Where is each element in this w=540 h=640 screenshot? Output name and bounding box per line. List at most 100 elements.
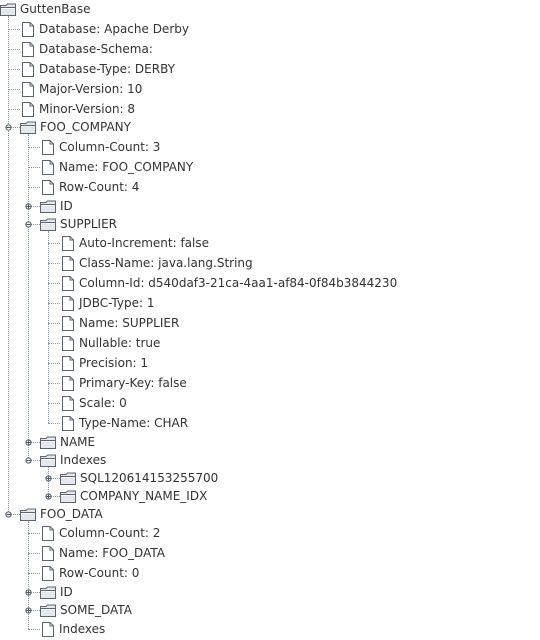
tree-node-label: Row-Count: 0 xyxy=(59,566,140,580)
collapsed-handle-icon[interactable] xyxy=(45,475,52,482)
tree-node[interactable]: Name: FOO_COMPANY xyxy=(42,158,193,176)
folder-icon xyxy=(0,3,16,16)
tree-node[interactable]: SQL120614153255700 xyxy=(60,469,218,487)
tree-node-label: SUPPLIER xyxy=(60,217,118,231)
tree-node[interactable]: Row-Count: 4 xyxy=(42,178,139,196)
tree-guide-line xyxy=(8,16,9,514)
tree-node[interactable]: Database-Schema: xyxy=(22,40,153,58)
tree-node[interactable]: Indexes xyxy=(42,620,105,638)
document-icon xyxy=(42,545,54,561)
tree-node[interactable]: Indexes xyxy=(40,451,106,469)
expanded-handle-icon[interactable] xyxy=(25,457,32,464)
tree-node-label: Database-Type: DERBY xyxy=(39,62,175,76)
expanded-handle-icon[interactable] xyxy=(25,221,32,228)
expanded-handle-icon[interactable] xyxy=(5,511,12,518)
tree-node[interactable]: Name: FOO_DATA xyxy=(42,544,165,562)
tree-connector-line xyxy=(48,303,60,304)
tree-node[interactable]: Database: Apache Derby xyxy=(22,20,189,38)
tree-node[interactable]: GuttenBase xyxy=(0,0,91,18)
document-icon xyxy=(62,255,74,271)
tree-connector-line xyxy=(48,283,60,284)
tree-connector-line xyxy=(28,553,40,554)
tree-node[interactable]: ID xyxy=(40,583,73,601)
tree-node[interactable]: FOO_DATA xyxy=(20,505,103,523)
schema-tree[interactable]: GuttenBase Database: Apache Derby Database… xyxy=(0,0,540,640)
tree-node-label: SQL120614153255700 xyxy=(80,471,219,485)
expanded-handle-icon[interactable] xyxy=(5,124,12,131)
tree-node[interactable]: JDBC-Type: 1 xyxy=(62,294,154,312)
folder-icon xyxy=(20,508,36,521)
tree-node-label: Precision: 1 xyxy=(79,356,149,370)
tree-connector-line xyxy=(28,533,40,534)
tree-connector-line xyxy=(8,69,20,70)
document-icon xyxy=(22,21,34,37)
tree-connector-line xyxy=(8,89,20,90)
tree-node[interactable]: Scale: 0 xyxy=(62,394,127,412)
folder-icon xyxy=(40,200,56,213)
tree-node-label: Indexes xyxy=(60,453,107,467)
tree-node[interactable]: Precision: 1 xyxy=(62,354,148,372)
document-icon xyxy=(42,139,54,155)
tree-node[interactable]: Primary-Key: false xyxy=(62,374,187,392)
tree-node-label: Database-Schema: xyxy=(39,42,153,56)
tree-node-label: ID xyxy=(60,199,73,213)
tree-node-label: Name: FOO_COMPANY xyxy=(59,160,194,174)
folder-icon xyxy=(40,454,56,467)
document-icon xyxy=(62,375,74,391)
tree-node[interactable]: Type-Name: CHAR xyxy=(62,414,188,432)
tree-node[interactable]: NAME xyxy=(40,433,95,451)
tree-node[interactable]: ID xyxy=(40,197,73,215)
document-icon xyxy=(62,355,74,371)
collapsed-handle-icon[interactable] xyxy=(45,493,52,500)
tree-connector-line xyxy=(48,263,60,264)
document-icon xyxy=(22,81,34,97)
tree-node-label: NAME xyxy=(60,435,96,449)
tree-node[interactable]: FOO_COMPANY xyxy=(20,118,131,136)
tree-node[interactable]: Name: SUPPLIER xyxy=(62,314,179,332)
tree-node-label: Database: Apache Derby xyxy=(39,22,189,36)
document-icon xyxy=(22,101,34,117)
tree-node[interactable]: Nullable: true xyxy=(62,334,160,352)
document-icon xyxy=(22,61,34,77)
document-icon xyxy=(62,335,74,351)
tree-node[interactable]: Minor-Version: 8 xyxy=(22,100,135,118)
document-icon xyxy=(42,621,54,637)
tree-node-label: Name: FOO_DATA xyxy=(59,546,165,560)
tree-connector-line xyxy=(8,49,20,50)
tree-node-label: Column-Count: 3 xyxy=(59,140,161,154)
document-icon xyxy=(62,415,74,431)
tree-node[interactable]: SUPPLIER xyxy=(40,215,117,233)
tree-node[interactable]: Column-Count: 2 xyxy=(42,524,160,542)
tree-node-label: Major-Version: 10 xyxy=(39,82,143,96)
document-icon xyxy=(62,295,74,311)
tree-node[interactable]: SOME_DATA xyxy=(40,601,132,619)
collapsed-handle-icon[interactable] xyxy=(25,589,32,596)
tree-connector-line xyxy=(48,243,60,244)
tree-node-label: FOO_DATA xyxy=(40,507,103,521)
collapsed-handle-icon[interactable] xyxy=(25,439,32,446)
folder-icon xyxy=(40,586,56,599)
tree-connector-line xyxy=(48,363,60,364)
tree-node-label: Minor-Version: 8 xyxy=(39,102,136,116)
tree-node-label: Primary-Key: false xyxy=(79,376,187,390)
tree-node[interactable]: Column-Id: d540daf3-21ca-4aa1-af84-0f84b… xyxy=(62,274,397,292)
tree-node-label: ID xyxy=(60,585,73,599)
tree-node[interactable]: Database-Type: DERBY xyxy=(22,60,175,78)
tree-node[interactable]: Class-Name: java.lang.String xyxy=(62,254,253,272)
collapsed-handle-icon[interactable] xyxy=(25,607,32,614)
tree-node[interactable]: Row-Count: 0 xyxy=(42,564,139,582)
document-icon xyxy=(22,41,34,57)
tree-node-label: Scale: 0 xyxy=(79,396,127,410)
tree-node[interactable]: Auto-Increment: false xyxy=(62,234,209,252)
tree-node[interactable]: Column-Count: 3 xyxy=(42,138,160,156)
tree-connector-line xyxy=(8,29,20,30)
tree-node[interactable]: Major-Version: 10 xyxy=(22,80,142,98)
collapsed-handle-icon[interactable] xyxy=(25,203,32,210)
tree-guide-line xyxy=(48,231,49,423)
tree-node-label: FOO_COMPANY xyxy=(40,120,131,134)
tree-node-label: Column-Id: d540daf3-21ca-4aa1-af84-0f84b… xyxy=(79,276,398,290)
tree-node-label: Column-Count: 2 xyxy=(59,526,161,540)
tree-connector-line xyxy=(28,147,40,148)
tree-node[interactable]: COMPANY_NAME_IDX xyxy=(60,487,207,505)
tree-connector-line xyxy=(48,423,60,424)
